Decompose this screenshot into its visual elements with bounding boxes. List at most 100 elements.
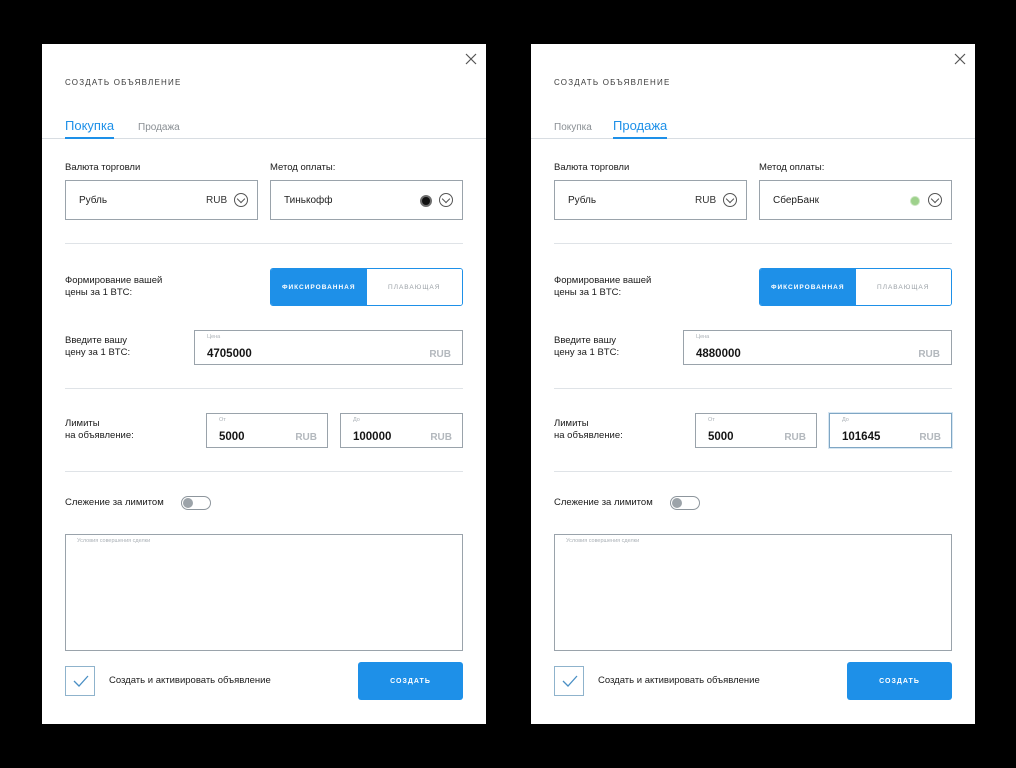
limit-to-value: 100000 (353, 431, 392, 443)
price-input[interactable]: Цена 4705000 RUB (194, 330, 463, 365)
limits-label-line2: на объявление: (554, 430, 623, 441)
conditions-textarea[interactable]: Условия совершения сделки (554, 534, 952, 651)
chevron-down-icon (234, 193, 248, 207)
tracking-label: Слежение за лимитом (554, 497, 653, 508)
limit-to-unit: RUB (430, 432, 452, 443)
limit-to-value: 101645 (842, 431, 881, 443)
currency-label: Валюта торговли (554, 162, 630, 173)
tinkoff-logo-icon (420, 195, 432, 207)
limits-label-line2: на объявление: (65, 430, 134, 441)
payment-label: Метод оплаты: (270, 162, 336, 173)
limit-to-input[interactable]: До 101645 RUB (829, 413, 952, 448)
divider (554, 243, 952, 244)
currency-code: RUB (695, 195, 717, 206)
price-label-line2: цену за 1 BTC: (554, 347, 620, 358)
price-label-line2: цену за 1 BTC: (65, 347, 131, 358)
payment-select[interactable]: Тинькофф (270, 180, 463, 220)
price-label-line1: Введите вашу (65, 335, 127, 346)
divider (65, 243, 463, 244)
currency-value: Рубль (79, 195, 108, 206)
dialog-title: создать объявление (554, 78, 671, 87)
price-placeholder: Цена (207, 334, 221, 340)
tab-buy[interactable]: Покупка (554, 122, 592, 139)
price-label: Введите вашу цену за 1 BTC: (554, 335, 619, 359)
price-mode-label-line1: Формирование вашей (65, 275, 163, 286)
limits-label-line1: Лимиты (65, 418, 100, 429)
tab-sell[interactable]: Продажа (613, 118, 668, 139)
currency-value: Рубль (568, 195, 597, 206)
divider (65, 388, 463, 389)
tracking-label: Слежение за лимитом (65, 497, 164, 508)
price-mode-label-line1: Формирование вашей (554, 275, 652, 286)
fixed-price-button[interactable]: фиксированная (271, 269, 367, 305)
price-label-line1: Введите вашу (554, 335, 616, 346)
check-icon (73, 675, 89, 687)
activate-checkbox[interactable] (554, 666, 584, 696)
check-icon (562, 675, 578, 687)
limit-from-unit: RUB (784, 432, 806, 443)
currency-select[interactable]: Рубль RUB (554, 180, 747, 220)
limits-label: Лимиты на объявление: (65, 418, 134, 442)
payment-value: СберБанк (773, 195, 819, 206)
limit-from-value: 5000 (708, 431, 734, 443)
limit-from-input[interactable]: От 5000 RUB (206, 413, 328, 448)
limit-from-placeholder: От (708, 417, 715, 423)
divider (65, 471, 463, 472)
price-value: 4880000 (696, 348, 741, 360)
price-mode-label: Формирование вашей цены за 1 BTC: (554, 275, 651, 299)
price-mode-label: Формирование вашей цены за 1 BTC: (65, 275, 162, 299)
create-ad-dialog-sell: создать объявление Покупка Продажа Валют… (531, 44, 975, 724)
floating-price-button[interactable]: плавающая (855, 269, 951, 305)
chevron-down-icon (928, 193, 942, 207)
tab-sell[interactable]: Продажа (138, 122, 180, 139)
price-mode-label-line2: цены за 1 BTC: (554, 287, 622, 298)
divider (554, 388, 952, 389)
price-placeholder: Цена (696, 334, 710, 340)
conditions-placeholder: Условия совершения сделки (566, 538, 640, 544)
currency-code: RUB (206, 195, 228, 206)
activate-label: Создать и активировать объявление (598, 675, 760, 686)
limit-from-unit: RUB (295, 432, 317, 443)
limit-tracking-toggle[interactable] (670, 496, 700, 510)
price-label: Введите вашу цену за 1 BTC: (65, 335, 130, 359)
conditions-textarea[interactable]: Условия совершения сделки (65, 534, 463, 651)
price-input[interactable]: Цена 4880000 RUB (683, 330, 952, 365)
price-unit: RUB (918, 349, 940, 360)
price-mode-label-line2: цены за 1 BTC: (65, 287, 133, 298)
chevron-down-icon (723, 193, 737, 207)
currency-label: Валюта торговли (65, 162, 141, 173)
limit-from-placeholder: От (219, 417, 226, 423)
limit-tracking-toggle[interactable] (181, 496, 211, 510)
limit-to-placeholder: До (353, 417, 360, 423)
fixed-price-button[interactable]: фиксированная (760, 269, 856, 305)
divider (554, 471, 952, 472)
screen: создать объявление Покупка Продажа Валют… (0, 0, 1016, 768)
create-button[interactable]: создать (847, 662, 952, 700)
payment-label: Метод оплаты: (759, 162, 825, 173)
tab-buy[interactable]: Покупка (65, 118, 115, 139)
limit-to-placeholder: До (842, 417, 849, 423)
price-mode-toggle: фиксированная плавающая (759, 268, 952, 306)
create-ad-dialog-buy: создать объявление Покупка Продажа Валют… (42, 44, 486, 724)
activate-checkbox[interactable] (65, 666, 95, 696)
tab-bar: Покупка Продажа (531, 116, 975, 139)
limit-to-unit: RUB (919, 432, 941, 443)
sberbank-logo-icon (910, 196, 920, 206)
price-value: 4705000 (207, 348, 252, 360)
limits-label: Лимиты на объявление: (554, 418, 623, 442)
dialog-title: создать объявление (65, 78, 182, 87)
payment-value: Тинькофф (284, 195, 333, 206)
limit-from-value: 5000 (219, 431, 245, 443)
limit-from-input[interactable]: От 5000 RUB (695, 413, 817, 448)
tab-bar: Покупка Продажа (42, 116, 486, 139)
close-icon[interactable] (953, 52, 967, 66)
create-button[interactable]: создать (358, 662, 463, 700)
currency-select[interactable]: Рубль RUB (65, 180, 258, 220)
price-unit: RUB (429, 349, 451, 360)
conditions-placeholder: Условия совершения сделки (77, 538, 151, 544)
floating-price-button[interactable]: плавающая (366, 269, 462, 305)
price-mode-toggle: фиксированная плавающая (270, 268, 463, 306)
payment-select[interactable]: СберБанк (759, 180, 952, 220)
limit-to-input[interactable]: До 100000 RUB (340, 413, 463, 448)
close-icon[interactable] (464, 52, 478, 66)
